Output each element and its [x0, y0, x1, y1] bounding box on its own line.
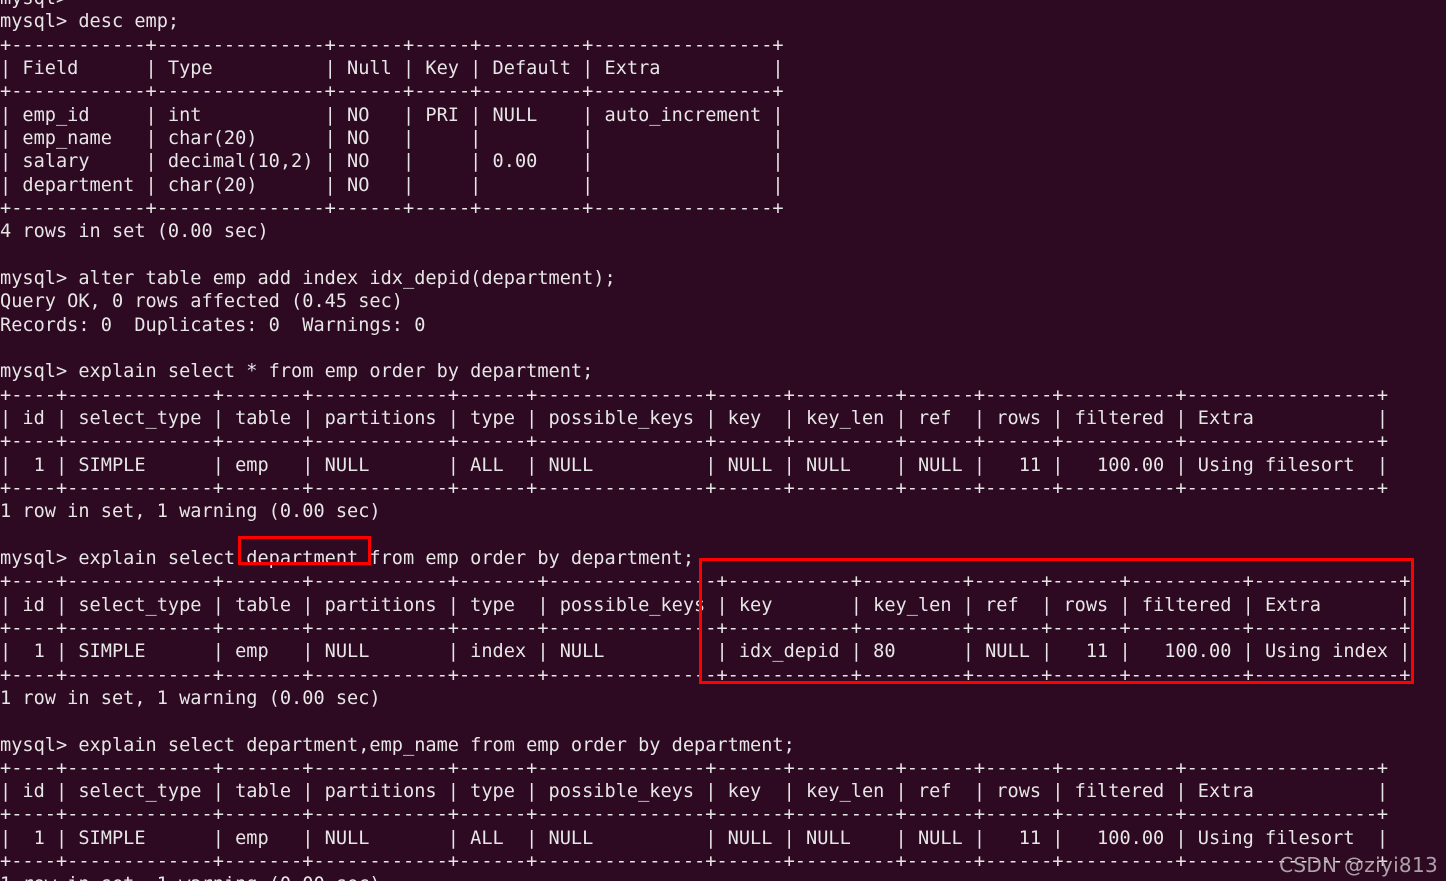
terminal-line: mysql> explain select * from emp order b…: [0, 361, 594, 383]
terminal-line: | salary | decimal(10,2) | NO | | 0.00 |…: [0, 151, 784, 173]
terminal-line: | 1 | SIMPLE | emp | NULL | ALL | NULL |…: [0, 454, 1389, 476]
terminal-line: | emp_name | char(20) | NO | | | |: [0, 127, 784, 149]
terminal-line: +----+-------------+-------+------------…: [0, 851, 1389, 873]
terminal-line: mysql>: [0, 0, 1411, 10]
terminal-line: +----+-------------+-------+------------…: [0, 757, 1389, 779]
terminal-screen-text: mysql>mysql> desc emp;+------------+----…: [0, 0, 1411, 881]
terminal-line: | id | select_type | table | partitions …: [0, 407, 1389, 429]
terminal-line: | id | select_type | table | partitions …: [0, 594, 1411, 616]
terminal-line: 1 row in set, 1 warning (0.00 sec): [0, 501, 381, 523]
terminal-line: Records: 0 Duplicates: 0 Warnings: 0: [0, 314, 426, 336]
terminal-line: | 1 | SIMPLE | emp | NULL | ALL | NULL |…: [0, 827, 1389, 849]
terminal-line: +----+-------------+-------+------------…: [0, 804, 1389, 826]
terminal-line: | id | select_type | table | partitions …: [0, 781, 1389, 803]
terminal-line: | department | char(20) | NO | | | |: [0, 174, 784, 196]
csdn-watermark: CSDN @ziyi813: [1279, 852, 1438, 877]
terminal-line: +------------+---------------+------+---…: [0, 34, 784, 56]
terminal-line: +----+-------------+-------+------------…: [0, 431, 1389, 453]
terminal-line: mysql> alter table emp add index idx_dep…: [0, 267, 616, 289]
terminal-line: +----+-------------+-------+------------…: [0, 617, 1411, 639]
terminal-line: | Field | Type | Null | Key | Default | …: [0, 57, 784, 79]
terminal-line: 4 rows in set (0.00 sec): [0, 221, 269, 243]
terminal-line: | 1 | SIMPLE | emp | NULL | index | NULL…: [0, 641, 1411, 663]
terminal-line: +------------+---------------+------+---…: [0, 197, 784, 219]
terminal-line: +----+-------------+-------+------------…: [0, 384, 1389, 406]
terminal-line: mysql> explain select department,emp_nam…: [0, 734, 795, 756]
terminal-window[interactable]: mysql>mysql> desc emp;+------------+----…: [0, 0, 1446, 881]
terminal-line: 1 row in set, 1 warning (0.00 sec): [0, 873, 1411, 881]
terminal-line: +------------+---------------+------+---…: [0, 81, 784, 103]
terminal-line: +----+-------------+-------+------------…: [0, 664, 1411, 686]
terminal-line: | emp_id | int | NO | PRI | NULL | auto_…: [0, 104, 784, 126]
terminal-line: mysql> explain select department from em…: [0, 547, 695, 569]
terminal-line: mysql> desc emp;: [0, 11, 180, 33]
terminal-line: +----+-------------+-------+------------…: [0, 571, 1411, 593]
terminal-line: 1 row in set, 1 warning (0.00 sec): [0, 687, 381, 709]
terminal-line: +----+-------------+-------+------------…: [0, 477, 1389, 499]
terminal-line: Query OK, 0 rows affected (0.45 sec): [0, 291, 403, 313]
